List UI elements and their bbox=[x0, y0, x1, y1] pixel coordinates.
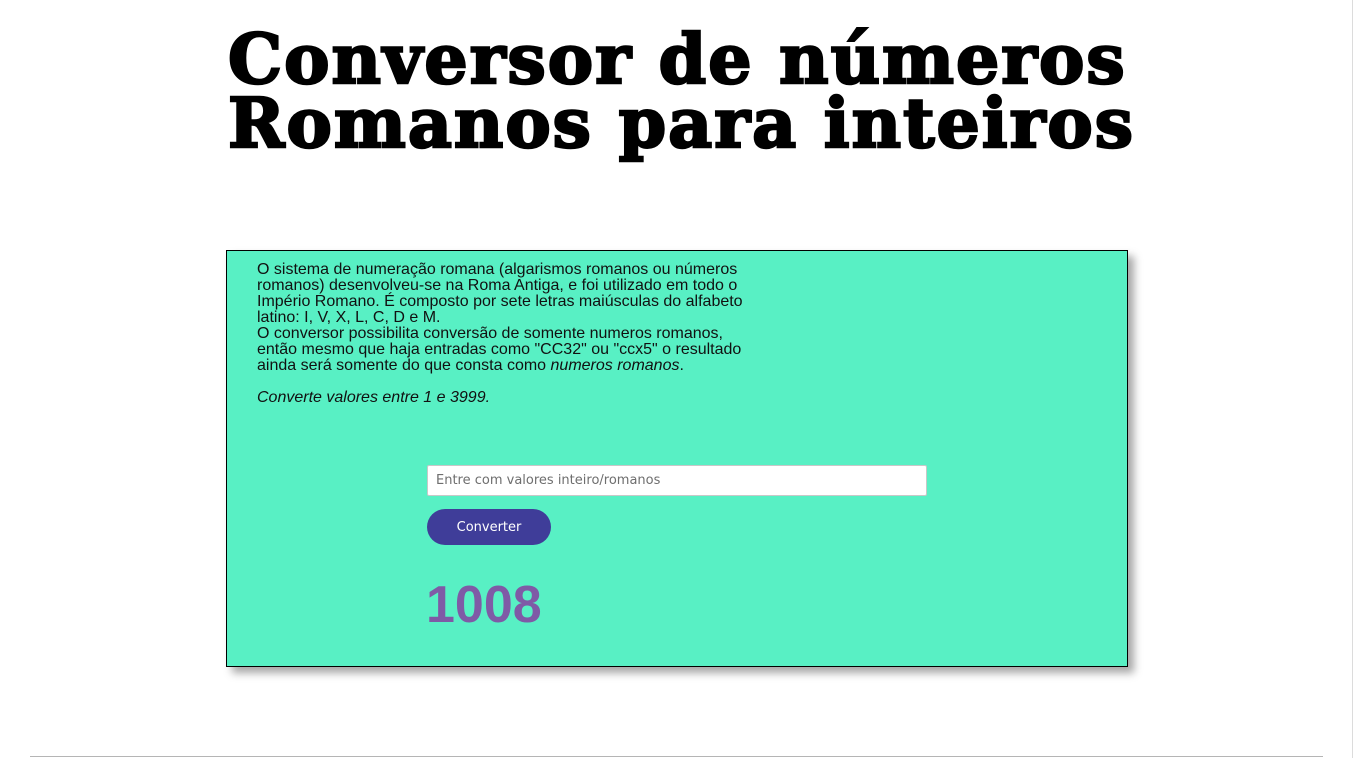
page-edge-line bbox=[1352, 0, 1353, 758]
range-note: Converte valores entre 1 e 3999. bbox=[257, 389, 491, 406]
page-title-line-2: Romanos para inteiros bbox=[227, 84, 1136, 164]
description: O sistema de numeração romana (algarismo… bbox=[257, 262, 757, 406]
description-paragraph-1: O sistema de numeração romana (algarismo… bbox=[257, 261, 743, 326]
conversion-result: 1008 bbox=[426, 576, 542, 634]
description-emphasis: numeros romanos bbox=[550, 357, 680, 374]
footer-divider bbox=[30, 756, 1323, 757]
description-paragraph-2: O conversor possibilita conversão de som… bbox=[257, 326, 757, 374]
converter-card: O sistema de numeração romana (algarismo… bbox=[226, 250, 1128, 667]
page-title: Conversor de números Romanos para inteir… bbox=[227, 25, 1228, 160]
description-paragraph-2-end: . bbox=[679, 357, 684, 374]
roman-number-input[interactable] bbox=[427, 465, 927, 496]
convert-button[interactable]: Converter bbox=[427, 509, 551, 545]
